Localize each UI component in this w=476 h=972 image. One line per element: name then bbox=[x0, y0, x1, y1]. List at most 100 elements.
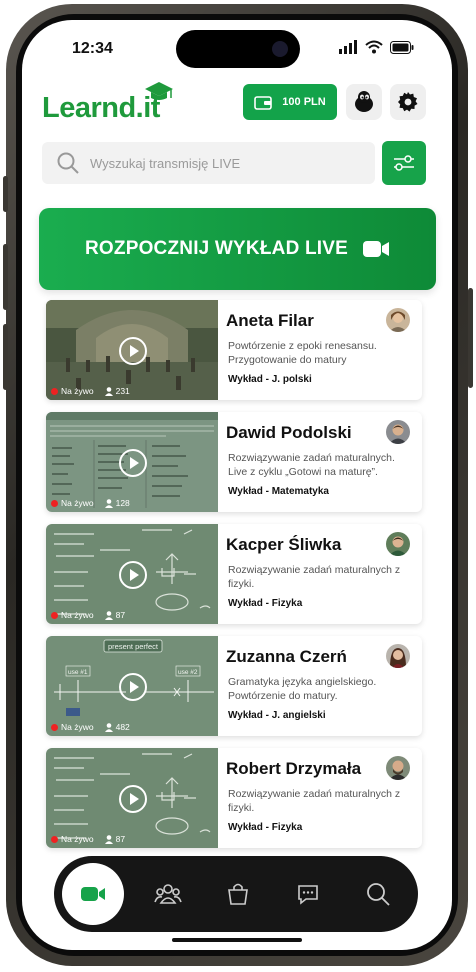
viewer-count-value: 482 bbox=[115, 722, 130, 732]
stream-thumbnail[interactable]: Na żywo 128 bbox=[46, 412, 218, 512]
battery-icon bbox=[390, 40, 414, 54]
live-dot-icon bbox=[51, 611, 58, 619]
lecturer-name: Zuzanna Czerń bbox=[226, 647, 347, 666]
status-icons bbox=[339, 40, 414, 54]
thumb-caption-present-perfect: present perfect bbox=[108, 642, 159, 651]
stream-description: Rozwiązywanie zadań maturalnych z fizyki… bbox=[228, 564, 401, 590]
stream-thumbnail[interactable]: Na żywo 87 bbox=[46, 524, 218, 624]
dynamic-island bbox=[176, 30, 300, 68]
viewer-count: 231 bbox=[104, 386, 130, 396]
tab-live[interactable] bbox=[62, 863, 124, 925]
viewer-icon bbox=[104, 722, 113, 732]
search-icon bbox=[367, 883, 390, 906]
viewer-icon bbox=[104, 498, 113, 508]
wallet-balance-button[interactable]: 100 PLN bbox=[243, 84, 337, 120]
live-label: Na żywo bbox=[61, 498, 94, 508]
viewer-count: 128 bbox=[104, 498, 130, 508]
balance-amount: 100 PLN bbox=[282, 96, 326, 108]
stream-category: Wykład - Fizyka bbox=[228, 822, 303, 833]
start-live-label: ROZPOCZNIJ WYKŁAD LIVE bbox=[84, 238, 348, 259]
thumb-caption-use2: use #2 bbox=[178, 669, 198, 676]
avatar-image bbox=[386, 644, 410, 668]
viewer-count: 482 bbox=[104, 722, 130, 732]
stream-card[interactable]: Na żywo 87 Kacper Śliwka Rozwiązywanie z… bbox=[46, 524, 422, 624]
viewer-count-value: 87 bbox=[115, 610, 126, 620]
avatar-image bbox=[386, 420, 410, 444]
stream-card[interactable]: Na żywo 128 Dawid Podolski Rozwiązywanie… bbox=[46, 412, 422, 512]
live-dot-icon bbox=[51, 499, 58, 507]
lecturer-avatar[interactable] bbox=[386, 308, 410, 332]
lecturer-name: Aneta Filar bbox=[226, 311, 314, 330]
stream-thumbnail[interactable]: present perfect use #1 use #2 Na żywo 48… bbox=[46, 636, 218, 736]
stream-category: Wykład - Fizyka bbox=[228, 598, 303, 609]
thumb-caption-use1: use #1 bbox=[68, 669, 88, 676]
stream-description: Gramatyka języka angielskiego. Powtórzen… bbox=[228, 676, 377, 702]
live-indicator: Na żywo 128 bbox=[51, 498, 130, 508]
stream-card[interactable]: present perfect use #1 use #2 Na żywo 48… bbox=[46, 636, 422, 736]
status-bar: 12:34 bbox=[22, 20, 452, 76]
settings-button[interactable] bbox=[390, 84, 426, 120]
lecturer-avatar[interactable] bbox=[386, 756, 410, 780]
avatar-image bbox=[386, 532, 410, 556]
search-icon bbox=[57, 152, 79, 174]
live-stream-list: Na żywo 231 Aneta Filar Powtórzenie z ep… bbox=[46, 300, 422, 860]
stream-card[interactable]: Na żywo 231 Aneta Filar Powtórzenie z ep… bbox=[46, 300, 422, 400]
live-label: Na żywo bbox=[61, 834, 94, 844]
home-indicator[interactable] bbox=[172, 938, 302, 942]
volume-up-button bbox=[3, 244, 8, 310]
filter-button[interactable] bbox=[382, 141, 426, 185]
live-label: Na żywo bbox=[61, 610, 94, 620]
filter-icon bbox=[394, 155, 414, 171]
video-icon bbox=[81, 887, 105, 901]
search-bar[interactable]: Wyszukaj transmisję LIVE bbox=[42, 142, 375, 184]
live-indicator: Na żywo 482 bbox=[51, 722, 130, 732]
viewer-icon bbox=[104, 610, 113, 620]
stream-category: Wykład - Matematyka bbox=[228, 486, 329, 497]
app-screen: 12:34 Learnd.it 100 PLN Wyszukaj transmi… bbox=[22, 20, 452, 950]
lecturer-avatar[interactable] bbox=[386, 644, 410, 668]
gear-icon bbox=[398, 92, 418, 112]
live-dot-icon bbox=[51, 723, 58, 731]
lecturer-avatar[interactable] bbox=[386, 532, 410, 556]
play-icon[interactable] bbox=[119, 337, 147, 365]
live-indicator: Na żywo 231 bbox=[51, 386, 130, 396]
lecturer-avatar[interactable] bbox=[386, 420, 410, 444]
mascot-button[interactable] bbox=[346, 84, 382, 120]
status-time: 12:34 bbox=[72, 40, 113, 57]
app-logo[interactable]: Learnd.it bbox=[42, 92, 160, 125]
avatar-image bbox=[386, 756, 410, 780]
stream-category: Wykład - J. polski bbox=[228, 374, 312, 385]
avatar-image bbox=[386, 308, 410, 332]
tab-shop[interactable] bbox=[210, 866, 266, 922]
stream-thumbnail[interactable]: Na żywo 231 bbox=[46, 300, 218, 400]
play-icon[interactable] bbox=[119, 673, 147, 701]
mascot-icon bbox=[355, 91, 373, 112]
stream-info: Robert Drzymała Rozwiązywanie zadań matu… bbox=[226, 748, 422, 848]
community-icon bbox=[154, 884, 182, 904]
stream-thumbnail[interactable]: Na żywo 87 bbox=[46, 748, 218, 848]
lecturer-name: Dawid Podolski bbox=[226, 423, 352, 442]
tab-community[interactable] bbox=[140, 866, 196, 922]
viewer-count: 87 bbox=[104, 834, 125, 844]
stream-card[interactable]: Na żywo 87 Robert Drzymała Rozwiązywanie… bbox=[46, 748, 422, 848]
wallet-icon bbox=[254, 95, 273, 110]
stream-category: Wykład - J. angielski bbox=[228, 710, 326, 721]
live-label: Na żywo bbox=[61, 722, 94, 732]
lecturer-name: Kacper Śliwka bbox=[226, 535, 342, 554]
play-icon[interactable] bbox=[119, 449, 147, 477]
viewer-count-value: 128 bbox=[115, 498, 130, 508]
start-live-lecture-button[interactable]: ROZPOCZNIJ WYKŁAD LIVE bbox=[39, 208, 436, 290]
stream-description: Rozwiązywanie zadań maturalnych. Live z … bbox=[228, 452, 395, 478]
play-icon[interactable] bbox=[119, 785, 147, 813]
viewer-count-value: 231 bbox=[115, 386, 130, 396]
lecturer-name: Robert Drzymała bbox=[226, 759, 362, 778]
tab-chat[interactable] bbox=[280, 866, 336, 922]
front-camera bbox=[272, 41, 288, 57]
shop-icon bbox=[228, 883, 248, 905]
stream-info: Zuzanna Czerń Gramatyka języka angielski… bbox=[226, 636, 422, 736]
live-dot-icon bbox=[51, 835, 58, 843]
viewer-icon bbox=[104, 834, 113, 844]
stream-info: Kacper Śliwka Rozwiązywanie zadań matura… bbox=[226, 524, 422, 624]
play-icon[interactable] bbox=[119, 561, 147, 589]
tab-search[interactable] bbox=[350, 866, 406, 922]
